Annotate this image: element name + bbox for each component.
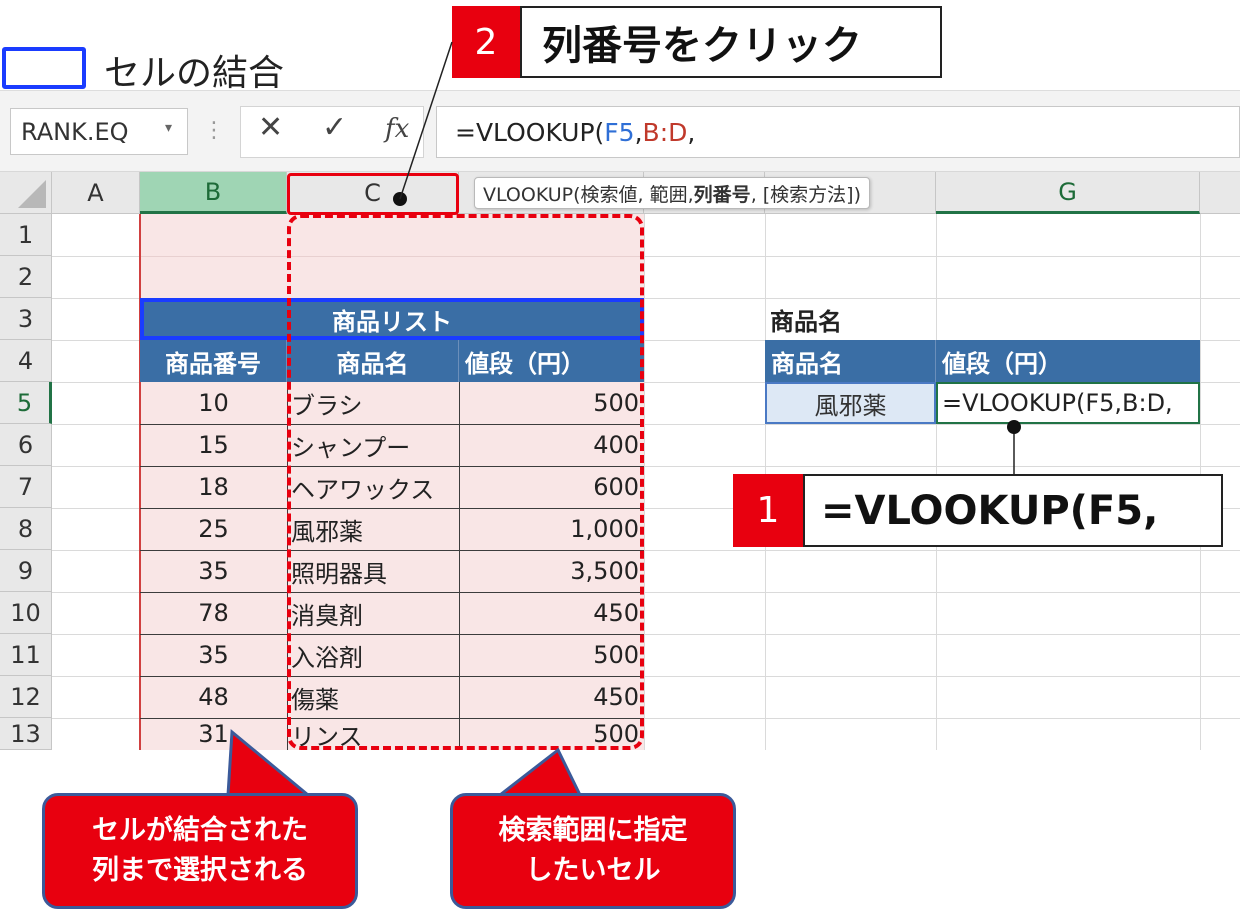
lookup-header-name[interactable]: 商品名 [765,340,936,382]
function-arguments-tooltip: VLOOKUP(検索値, 範囲, 列番号, [検索方法]) [474,177,871,209]
tooltip-current-arg: 列番号 [693,183,751,206]
active-formula-cell[interactable]: =VLOOKUP(F5,B:D, [936,382,1200,424]
pointer-dot-formula [1007,420,1021,434]
bubble-right-line1: 検索範囲に指定 [498,815,688,846]
target-range-note-bubble: 検索範囲に指定 したいセル [450,793,736,909]
step1-badge: 1 [733,474,803,547]
tooltip-prefix: VLOOKUP(検索値, 範囲, [483,183,694,206]
callout-leader-lines [226,41,1015,797]
bubble-left-line2: 列まで選択される [92,855,308,886]
lookup-label[interactable]: 商品名 [770,298,930,340]
lookup-input-cell[interactable]: 風邪薬 [765,382,936,424]
step1-callout: =VLOOKUP(F5, [803,474,1223,547]
lookup-header-price[interactable]: 値段（円） [936,340,1200,382]
bubble-left-line1: セルが結合された [92,815,308,846]
merged-selection-note-bubble: セルが結合された 列まで選択される [42,793,358,909]
bubble-right-line2: したいセル [525,855,661,886]
tooltip-suffix: , [検索方法]) [750,183,862,206]
